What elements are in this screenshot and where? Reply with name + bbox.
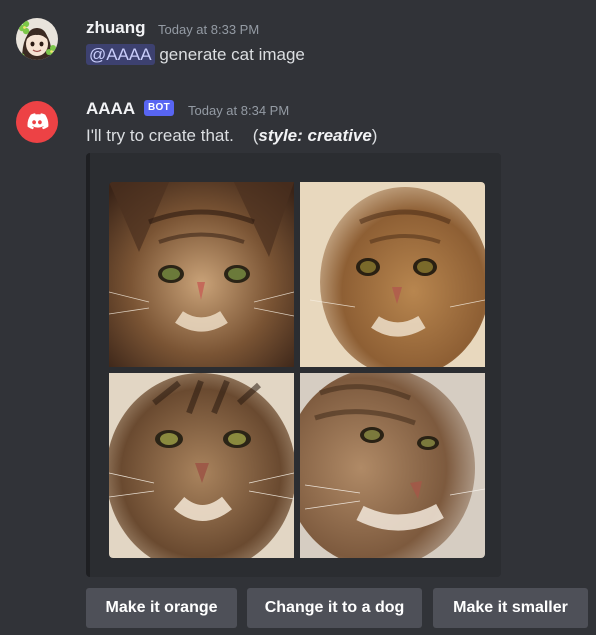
bot-avatar[interactable] — [16, 101, 58, 143]
image-embed — [86, 153, 501, 577]
cat-image-2[interactable] — [300, 182, 485, 367]
cat-image-3[interactable] — [109, 373, 294, 558]
make-it-orange-button[interactable]: Make it orange — [86, 588, 237, 628]
timestamp[interactable]: Today at 8:34 PM — [188, 103, 289, 118]
message-text: I'll try to create that. — [86, 126, 234, 145]
style-close-paren: ) — [371, 126, 378, 145]
message-text: generate cat image — [154, 45, 305, 64]
user-mention[interactable]: @AAAA — [86, 44, 155, 65]
message-content: I'll try to create that. (style: creativ… — [86, 126, 377, 146]
username[interactable]: zhuang — [86, 18, 146, 38]
cat-photo-icon — [300, 182, 485, 367]
anime-avatar-icon — [16, 18, 58, 60]
discord-logo-icon — [27, 113, 49, 130]
change-it-to-a-dog-button[interactable]: Change it to a dog — [247, 588, 422, 628]
bot-badge: BOT — [144, 100, 175, 116]
bot-username[interactable]: AAAA — [86, 99, 135, 119]
cat-photo-icon — [109, 373, 294, 558]
cat-image-4[interactable] — [300, 373, 485, 558]
style-label: style: creative — [258, 126, 372, 145]
make-it-smaller-button[interactable]: Make it smaller — [433, 588, 588, 628]
cat-image-1[interactable] — [109, 182, 294, 367]
cat-photo-icon — [109, 182, 294, 367]
image-grid — [109, 182, 486, 559]
timestamp[interactable]: Today at 8:33 PM — [158, 22, 259, 37]
message-content: @AAAA generate cat image — [86, 44, 305, 65]
cat-photo-icon — [300, 373, 485, 558]
user-avatar[interactable] — [16, 18, 58, 60]
